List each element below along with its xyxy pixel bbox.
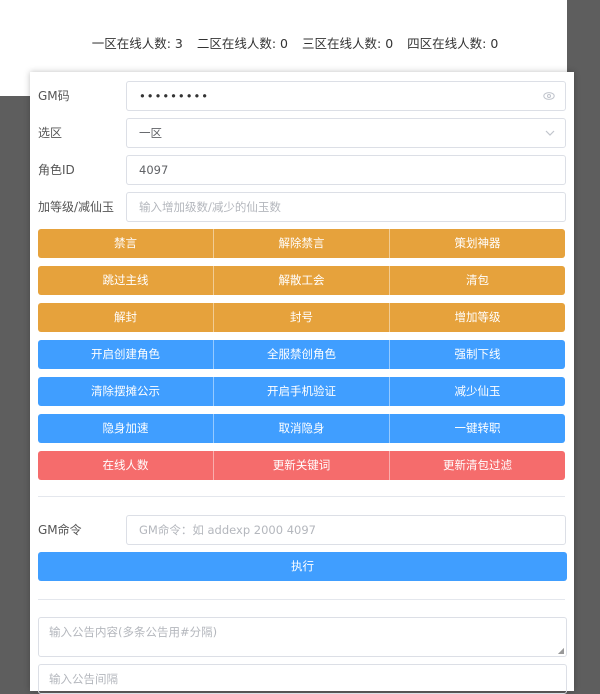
level-input[interactable]: 输入增加级数/减少的仙玉数 (126, 192, 566, 222)
ban-account-button[interactable]: 封号 (214, 303, 390, 332)
notice-content-placeholder: 输入公告内容(多条公告用#分隔) (49, 625, 218, 639)
notice-interval-input[interactable]: 输入公告间隔 (38, 664, 567, 694)
mute-button[interactable]: 禁言 (38, 229, 214, 258)
divider (38, 496, 565, 497)
clear-bag-button[interactable]: 清包 (390, 266, 565, 295)
divider (38, 599, 565, 600)
button-row-7: 在线人数 更新关键词 更新清包过滤 (38, 451, 565, 480)
eye-icon[interactable] (543, 82, 555, 110)
button-row-3: 解封 封号 增加等级 (38, 303, 565, 332)
role-id-input[interactable]: 4097 (126, 155, 566, 185)
disable-create-role-button[interactable]: 全服禁创角色 (214, 340, 390, 369)
stealth-speed-button[interactable]: 隐身加速 (38, 414, 214, 443)
gm-code-label: GM码 (38, 89, 70, 103)
gm-code-input[interactable]: ••••••••• (126, 81, 566, 111)
zone-row: 选区 一区 (30, 118, 574, 148)
unmute-button[interactable]: 解除禁言 (214, 229, 390, 258)
force-offline-button[interactable]: 强制下线 (390, 340, 565, 369)
zone-4-online: 四区在线人数: 0 (407, 36, 499, 51)
resize-handle-icon[interactable]: ◢ (558, 647, 564, 655)
button-row-1: 禁言 解除禁言 策划神器 (38, 229, 565, 258)
update-bag-filter-button[interactable]: 更新清包过滤 (390, 451, 565, 480)
role-id-row: 角色ID 4097 (30, 155, 574, 185)
skip-main-quest-button[interactable]: 跳过主线 (38, 266, 214, 295)
add-level-button[interactable]: 增加等级 (390, 303, 565, 332)
zone-2-online: 二区在线人数: 0 (196, 36, 288, 51)
online-stats: 一区在线人数: 3 二区在线人数: 0 三区在线人数: 0 四区在线人数: 0 (0, 33, 590, 52)
button-row-5: 清除摆摊公示 开启手机验证 减少仙玉 (38, 377, 565, 406)
gm-code-row: GM码 ••••••••• (30, 81, 574, 111)
level-label: 加等级/减仙玉 (38, 200, 115, 214)
gm-command-label: GM命令 (38, 523, 82, 537)
chevron-down-icon (545, 119, 555, 147)
role-id-label: 角色ID (38, 163, 75, 177)
button-row-4: 开启创建角色 全服禁创角色 强制下线 (38, 340, 565, 369)
clear-stall-notice-button[interactable]: 清除摆摊公示 (38, 377, 214, 406)
gm-command-row: GM命令 GM命令：如 addexp 2000 4097 (30, 515, 574, 545)
gm-form-panel: GM码 ••••••••• 选区 一区 角色ID 4097 加等级/减仙玉 输入… (30, 72, 574, 694)
button-row-6: 隐身加速 取消隐身 一键转职 (38, 414, 565, 443)
cancel-stealth-button[interactable]: 取消隐身 (214, 414, 390, 443)
disband-guild-button[interactable]: 解散工会 (214, 266, 390, 295)
zone-1-online: 一区在线人数: 3 (91, 36, 183, 51)
online-count-button[interactable]: 在线人数 (38, 451, 214, 480)
one-click-job-change-button[interactable]: 一键转职 (390, 414, 565, 443)
update-keywords-button[interactable]: 更新关键词 (214, 451, 390, 480)
reduce-jade-button[interactable]: 减少仙玉 (390, 377, 565, 406)
zone-label: 选区 (38, 126, 63, 140)
button-row-2: 跳过主线 解散工会 清包 (38, 266, 565, 295)
zone-select[interactable]: 一区 (126, 118, 566, 148)
execute-button[interactable]: 执行 (38, 552, 567, 581)
planner-artifact-button[interactable]: 策划神器 (390, 229, 565, 258)
zone-3-online: 三区在线人数: 0 (301, 36, 394, 51)
level-row: 加等级/减仙玉 输入增加级数/减少的仙玉数 (30, 192, 574, 222)
unban-button[interactable]: 解封 (38, 303, 214, 332)
notice-content-textarea[interactable]: 输入公告内容(多条公告用#分隔) ◢ (38, 617, 567, 657)
enable-phone-verify-button[interactable]: 开启手机验证 (214, 377, 390, 406)
enable-create-role-button[interactable]: 开启创建角色 (38, 340, 214, 369)
gm-command-input[interactable]: GM命令：如 addexp 2000 4097 (126, 515, 566, 545)
